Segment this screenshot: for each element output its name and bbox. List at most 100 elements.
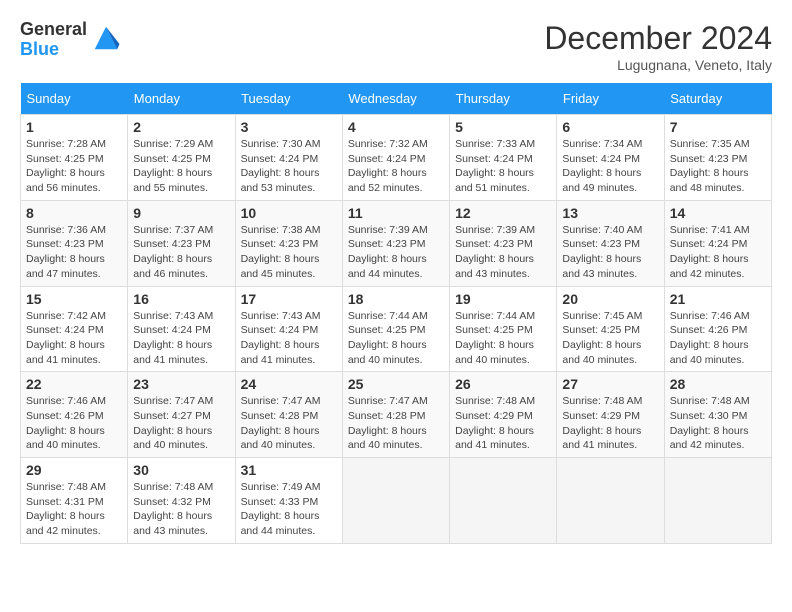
- day-number: 9: [133, 205, 229, 221]
- calendar-cell: 13 Sunrise: 7:40 AM Sunset: 4:23 PM Dayli…: [557, 200, 664, 286]
- day-info: Sunrise: 7:41 AM Sunset: 4:24 PM Dayligh…: [670, 223, 766, 282]
- day-number: 21: [670, 291, 766, 307]
- day-info: Sunrise: 7:45 AM Sunset: 4:25 PM Dayligh…: [562, 309, 658, 368]
- day-number: 14: [670, 205, 766, 221]
- logo: General Blue: [20, 20, 121, 60]
- calendar-cell: 2 Sunrise: 7:29 AM Sunset: 4:25 PM Daylig…: [128, 115, 235, 201]
- day-info: Sunrise: 7:30 AM Sunset: 4:24 PM Dayligh…: [241, 137, 337, 196]
- logo-icon: [91, 23, 121, 53]
- calendar-cell: 14 Sunrise: 7:41 AM Sunset: 4:24 PM Dayli…: [664, 200, 771, 286]
- day-info: Sunrise: 7:48 AM Sunset: 4:31 PM Dayligh…: [26, 480, 122, 539]
- day-info: Sunrise: 7:48 AM Sunset: 4:29 PM Dayligh…: [455, 394, 551, 453]
- day-number: 11: [348, 205, 444, 221]
- day-number: 26: [455, 376, 551, 392]
- calendar-cell: 24 Sunrise: 7:47 AM Sunset: 4:28 PM Dayli…: [235, 372, 342, 458]
- col-header-wednesday: Wednesday: [342, 83, 449, 115]
- calendar-cell: 16 Sunrise: 7:43 AM Sunset: 4:24 PM Dayli…: [128, 286, 235, 372]
- day-number: 18: [348, 291, 444, 307]
- calendar-header-row: SundayMondayTuesdayWednesdayThursdayFrid…: [21, 83, 772, 115]
- day-info: Sunrise: 7:44 AM Sunset: 4:25 PM Dayligh…: [348, 309, 444, 368]
- day-number: 20: [562, 291, 658, 307]
- day-info: Sunrise: 7:48 AM Sunset: 4:30 PM Dayligh…: [670, 394, 766, 453]
- day-info: Sunrise: 7:44 AM Sunset: 4:25 PM Dayligh…: [455, 309, 551, 368]
- title-block: December 2024 Lugugnana, Veneto, Italy: [544, 20, 772, 73]
- month-title: December 2024: [544, 20, 772, 57]
- day-number: 27: [562, 376, 658, 392]
- day-number: 1: [26, 119, 122, 135]
- day-number: 31: [241, 462, 337, 478]
- calendar-cell: 11 Sunrise: 7:39 AM Sunset: 4:23 PM Dayli…: [342, 200, 449, 286]
- day-number: 25: [348, 376, 444, 392]
- day-number: 29: [26, 462, 122, 478]
- calendar-cell: 29 Sunrise: 7:48 AM Sunset: 4:31 PM Dayli…: [21, 458, 128, 544]
- calendar-cell: 1 Sunrise: 7:28 AM Sunset: 4:25 PM Daylig…: [21, 115, 128, 201]
- calendar-cell: [664, 458, 771, 544]
- day-number: 7: [670, 119, 766, 135]
- day-info: Sunrise: 7:28 AM Sunset: 4:25 PM Dayligh…: [26, 137, 122, 196]
- day-info: Sunrise: 7:46 AM Sunset: 4:26 PM Dayligh…: [26, 394, 122, 453]
- day-info: Sunrise: 7:43 AM Sunset: 4:24 PM Dayligh…: [133, 309, 229, 368]
- calendar-cell: 19 Sunrise: 7:44 AM Sunset: 4:25 PM Dayli…: [450, 286, 557, 372]
- col-header-saturday: Saturday: [664, 83, 771, 115]
- calendar-cell: 9 Sunrise: 7:37 AM Sunset: 4:23 PM Daylig…: [128, 200, 235, 286]
- day-number: 5: [455, 119, 551, 135]
- day-info: Sunrise: 7:32 AM Sunset: 4:24 PM Dayligh…: [348, 137, 444, 196]
- day-info: Sunrise: 7:37 AM Sunset: 4:23 PM Dayligh…: [133, 223, 229, 282]
- day-info: Sunrise: 7:33 AM Sunset: 4:24 PM Dayligh…: [455, 137, 551, 196]
- calendar-cell: 12Sunrise: 7:39 AM Sunset: 4:23 PM Dayli…: [450, 200, 557, 286]
- day-number: 24: [241, 376, 337, 392]
- day-number: 28: [670, 376, 766, 392]
- calendar-cell: 15 Sunrise: 7:42 AM Sunset: 4:24 PM Dayli…: [21, 286, 128, 372]
- day-number: 13: [562, 205, 658, 221]
- calendar-cell: 7 Sunrise: 7:35 AM Sunset: 4:23 PM Daylig…: [664, 115, 771, 201]
- day-number: 10: [241, 205, 337, 221]
- calendar-table: SundayMondayTuesdayWednesdayThursdayFrid…: [20, 83, 772, 544]
- day-info: Sunrise: 7:34 AM Sunset: 4:24 PM Dayligh…: [562, 137, 658, 196]
- day-number: 19: [455, 291, 551, 307]
- day-info: Sunrise: 7:42 AM Sunset: 4:24 PM Dayligh…: [26, 309, 122, 368]
- day-number: 6: [562, 119, 658, 135]
- calendar-cell: 31 Sunrise: 7:49 AM Sunset: 4:33 PM Dayli…: [235, 458, 342, 544]
- day-info: Sunrise: 7:46 AM Sunset: 4:26 PM Dayligh…: [670, 309, 766, 368]
- calendar-cell: 10 Sunrise: 7:38 AM Sunset: 4:23 PM Dayli…: [235, 200, 342, 286]
- day-info: Sunrise: 7:47 AM Sunset: 4:27 PM Dayligh…: [133, 394, 229, 453]
- day-info: Sunrise: 7:48 AM Sunset: 4:29 PM Dayligh…: [562, 394, 658, 453]
- calendar-week-2: 8Sunrise: 7:36 AM Sunset: 4:23 PM Daylig…: [21, 200, 772, 286]
- calendar-week-3: 15 Sunrise: 7:42 AM Sunset: 4:24 PM Dayli…: [21, 286, 772, 372]
- day-info: Sunrise: 7:36 AM Sunset: 4:23 PM Dayligh…: [26, 223, 122, 282]
- day-info: Sunrise: 7:47 AM Sunset: 4:28 PM Dayligh…: [348, 394, 444, 453]
- calendar-week-1: 1 Sunrise: 7:28 AM Sunset: 4:25 PM Daylig…: [21, 115, 772, 201]
- calendar-cell: 3Sunrise: 7:30 AM Sunset: 4:24 PM Daylig…: [235, 115, 342, 201]
- calendar-cell: 22Sunrise: 7:46 AM Sunset: 4:26 PM Dayli…: [21, 372, 128, 458]
- day-info: Sunrise: 7:47 AM Sunset: 4:28 PM Dayligh…: [241, 394, 337, 453]
- day-info: Sunrise: 7:39 AM Sunset: 4:23 PM Dayligh…: [348, 223, 444, 282]
- day-number: 17: [241, 291, 337, 307]
- calendar-cell: [450, 458, 557, 544]
- day-number: 16: [133, 291, 229, 307]
- location: Lugugnana, Veneto, Italy: [544, 57, 772, 73]
- day-number: 23: [133, 376, 229, 392]
- col-header-monday: Monday: [128, 83, 235, 115]
- page-header: General Blue December 2024 Lugugnana, Ve…: [20, 20, 772, 73]
- day-number: 30: [133, 462, 229, 478]
- day-number: 4: [348, 119, 444, 135]
- day-info: Sunrise: 7:29 AM Sunset: 4:25 PM Dayligh…: [133, 137, 229, 196]
- day-info: Sunrise: 7:40 AM Sunset: 4:23 PM Dayligh…: [562, 223, 658, 282]
- calendar-cell: [342, 458, 449, 544]
- day-number: 2: [133, 119, 229, 135]
- calendar-cell: 26 Sunrise: 7:48 AM Sunset: 4:29 PM Dayli…: [450, 372, 557, 458]
- col-header-sunday: Sunday: [21, 83, 128, 115]
- calendar-cell: 4 Sunrise: 7:32 AM Sunset: 4:24 PM Daylig…: [342, 115, 449, 201]
- calendar-cell: 25 Sunrise: 7:47 AM Sunset: 4:28 PM Dayli…: [342, 372, 449, 458]
- day-info: Sunrise: 7:49 AM Sunset: 4:33 PM Dayligh…: [241, 480, 337, 539]
- calendar-cell: 6 Sunrise: 7:34 AM Sunset: 4:24 PM Daylig…: [557, 115, 664, 201]
- day-number: 15: [26, 291, 122, 307]
- day-info: Sunrise: 7:39 AM Sunset: 4:23 PM Dayligh…: [455, 223, 551, 282]
- calendar-cell: 5 Sunrise: 7:33 AM Sunset: 4:24 PM Daylig…: [450, 115, 557, 201]
- calendar-cell: 20 Sunrise: 7:45 AM Sunset: 4:25 PM Dayli…: [557, 286, 664, 372]
- day-info: Sunrise: 7:35 AM Sunset: 4:23 PM Dayligh…: [670, 137, 766, 196]
- calendar-cell: 28 Sunrise: 7:48 AM Sunset: 4:30 PM Dayli…: [664, 372, 771, 458]
- calendar-cell: 17Sunrise: 7:43 AM Sunset: 4:24 PM Dayli…: [235, 286, 342, 372]
- col-header-friday: Friday: [557, 83, 664, 115]
- day-info: Sunrise: 7:38 AM Sunset: 4:23 PM Dayligh…: [241, 223, 337, 282]
